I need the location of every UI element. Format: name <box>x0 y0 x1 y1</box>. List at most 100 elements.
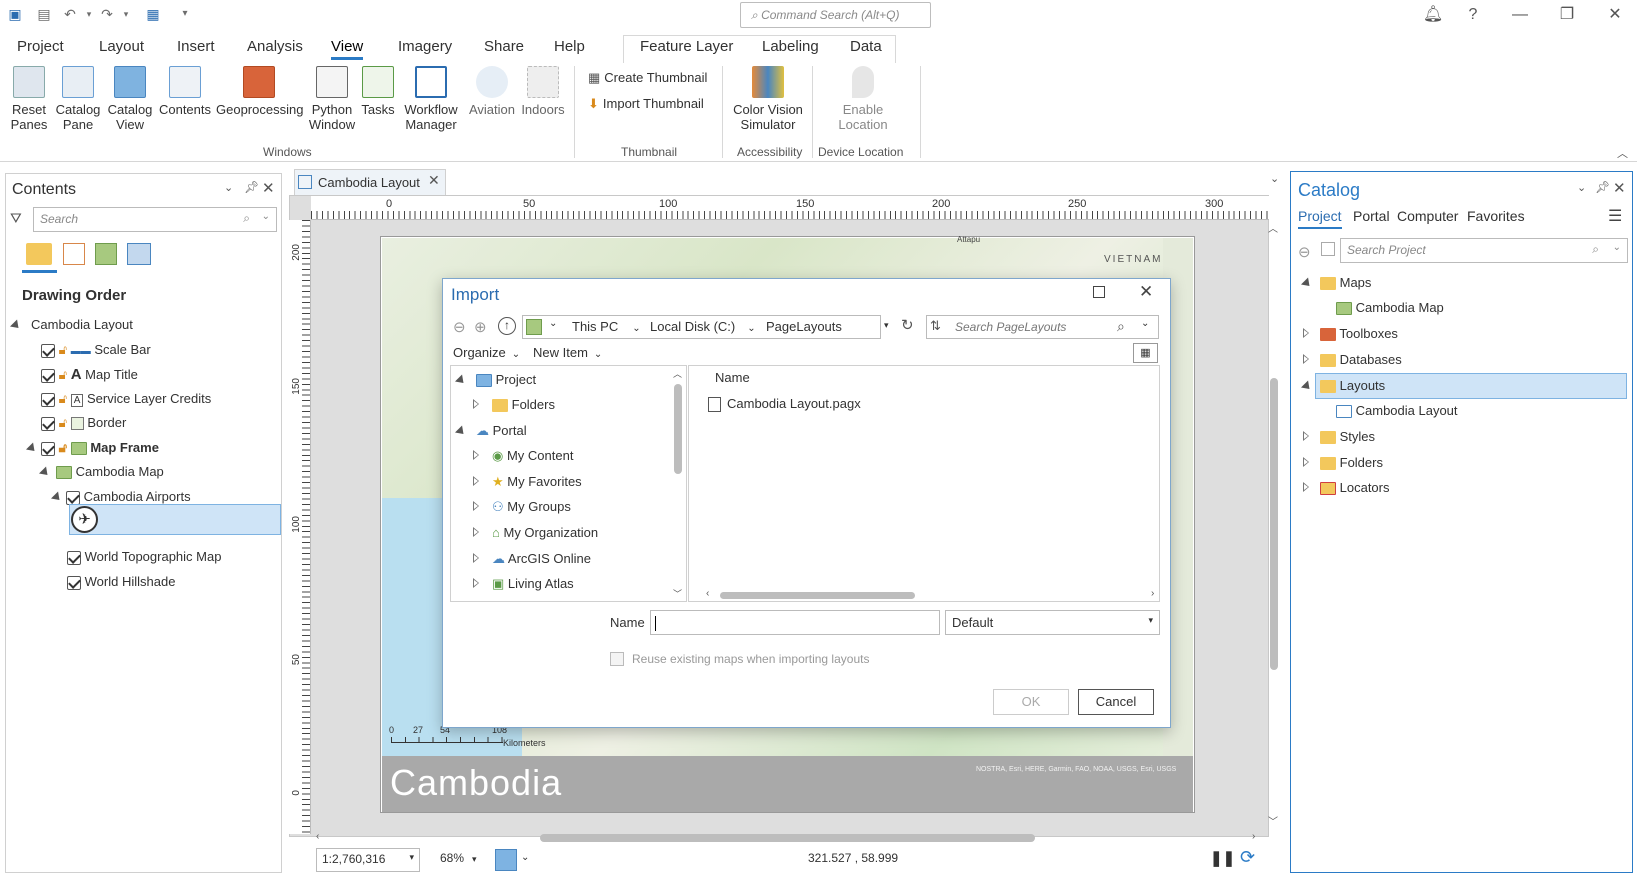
collapse-ribbon-icon[interactable]: ︿ <box>1617 145 1628 161</box>
geoprocessing-button[interactable]: Geoprocessing <box>216 66 303 138</box>
path-this-pc[interactable]: This PC ⌄ <box>572 319 641 334</box>
chevron-down-icon[interactable]: ⌄ <box>521 852 529 863</box>
map-node[interactable]: Cambodia Map <box>38 461 164 483</box>
catalog-menu-icon[interactable]: ☰ <box>1608 206 1622 226</box>
close-tab-icon[interactable]: ✕ <box>428 172 440 189</box>
contents-button[interactable]: Contents <box>158 66 212 138</box>
open-project-icon[interactable]: ▣ <box>6 6 24 22</box>
close-pane-icon[interactable]: ✕ <box>1613 179 1626 197</box>
back-icon[interactable]: ⊖ <box>453 318 466 336</box>
help-icon[interactable]: ? <box>1458 4 1488 26</box>
up-folder-icon[interactable]: ↑ <box>498 317 516 335</box>
nav-my-content[interactable]: ◉ My Content <box>473 445 573 467</box>
lock-icon[interactable]: 🔓︎ <box>59 367 67 382</box>
catalog-cambodia-map[interactable]: Cambodia Map <box>1336 297 1444 319</box>
customize-qat-icon[interactable]: ▾ <box>176 6 194 22</box>
scroll-right-icon[interactable]: › <box>1252 831 1255 842</box>
close-window-icon[interactable]: ✕ <box>1600 4 1630 26</box>
pause-drawing-icon[interactable]: ❚❚ <box>1210 849 1235 867</box>
nav-portal[interactable]: ☁ Portal <box>454 420 527 442</box>
lock-icon[interactable]: 🔓︎ <box>59 440 67 455</box>
layer-map-title[interactable]: 🔓︎ A Map Title <box>41 364 138 386</box>
indoors-button[interactable]: Indoors <box>519 66 567 138</box>
nav-my-groups[interactable]: ⚇ My Groups <box>473 496 571 518</box>
refresh-icon[interactable]: ↻ <box>901 316 914 334</box>
path-local-disk[interactable]: Local Disk (C:) ⌄ <box>650 319 756 334</box>
color-vision-simulator-button[interactable]: Color Vision Simulator <box>730 66 806 138</box>
pin-icon[interactable]: 📌︎ <box>244 180 259 194</box>
snapping-icon[interactable] <box>495 849 517 871</box>
airplane-symbol-icon[interactable]: ✈ <box>71 506 98 533</box>
catalog-search-input[interactable]: Search Project ⌕ ⌄ <box>1340 238 1628 263</box>
minimize-icon[interactable]: — <box>1505 4 1535 26</box>
nav-folders[interactable]: Folders <box>473 394 555 416</box>
create-thumbnail-button[interactable]: ▦ Create Thumbnail <box>588 70 707 86</box>
layer-world-hillshade[interactable]: World Hillshade <box>67 571 175 593</box>
tab-share[interactable]: Share <box>484 38 524 60</box>
zoom-combobox[interactable]: 68% ▾ <box>440 851 477 865</box>
scroll-down-icon[interactable]: ﹀ <box>673 587 682 600</box>
catalog-folders[interactable]: Folders <box>1303 452 1383 474</box>
chevron-down-icon[interactable]: ⌄ <box>549 318 557 329</box>
scroll-down-icon[interactable]: ﹀ <box>1268 813 1278 828</box>
service-layer-credits[interactable]: NOSTRA, Esri, HERE, Garmin, FAO, NOAA, U… <box>976 766 1176 773</box>
lock-icon[interactable]: 🔓︎ <box>59 415 67 430</box>
tab-view[interactable]: View <box>331 38 364 60</box>
visibility-checkbox[interactable] <box>41 343 55 358</box>
aviation-button[interactable]: Aviation <box>466 66 518 138</box>
list-by-drawing-order-icon[interactable] <box>26 243 52 265</box>
catalog-databases[interactable]: Databases <box>1303 349 1402 371</box>
organize-menu[interactable]: Organize ⌄ <box>453 345 520 360</box>
list-by-source-icon[interactable] <box>63 243 85 265</box>
close-dialog-icon[interactable]: ✕ <box>1139 282 1153 302</box>
tab-help[interactable]: Help <box>554 38 585 60</box>
ok-button[interactable]: OK <box>993 689 1069 715</box>
visibility-checkbox[interactable] <box>67 550 81 565</box>
nav-project[interactable]: Project <box>454 369 536 391</box>
visibility-checkbox[interactable] <box>67 575 81 590</box>
lock-icon[interactable]: 🔓︎ <box>59 391 67 406</box>
tab-layout[interactable]: Layout <box>99 38 144 60</box>
tab-list-icon[interactable]: ⌄ <box>1270 172 1279 185</box>
reset-panes-button[interactable]: Reset Panes <box>6 66 52 138</box>
restore-icon[interactable]: ❐ <box>1552 4 1582 26</box>
vertical-scrollbar-thumb[interactable] <box>1270 378 1278 670</box>
name-input[interactable] <box>650 610 940 635</box>
visibility-checkbox[interactable] <box>41 441 55 456</box>
map-title[interactable]: Cambodia <box>390 762 562 804</box>
home-icon[interactable] <box>1321 242 1335 256</box>
visibility-checkbox[interactable] <box>41 392 55 407</box>
nav-my-favorites[interactable]: ★ My Favorites <box>473 471 582 493</box>
tasks-button[interactable]: Tasks <box>359 66 397 138</box>
back-icon[interactable]: ⊖ <box>1298 243 1311 261</box>
nav-arcgis-online[interactable]: ☁ ArcGIS Online <box>473 548 591 570</box>
command-search-input[interactable]: ⌕ Command Search (Alt+Q) <box>740 2 931 28</box>
layer-map-frame[interactable]: 🔓︎ Map Frame <box>25 437 159 459</box>
path-pagelayouts[interactable]: PageLayouts <box>766 319 842 334</box>
catalog-pane-button[interactable]: Catalog Pane <box>55 66 101 138</box>
layer-world-topographic[interactable]: World Topographic Map <box>67 546 221 568</box>
toggle-details-icon[interactable]: ▦ <box>1133 343 1158 363</box>
tab-analysis[interactable]: Analysis <box>247 38 303 60</box>
pane-options-icon[interactable]: ⌄ <box>1577 181 1586 194</box>
reuse-maps-checkbox[interactable] <box>610 652 624 666</box>
workflow-manager-button[interactable]: Workflow Manager <box>400 66 462 138</box>
symbol-row-selected[interactable] <box>69 504 281 535</box>
lock-icon[interactable]: 🔓︎ <box>59 342 67 357</box>
tab-project[interactable]: Project <box>17 38 64 60</box>
list-by-selection-icon[interactable] <box>95 243 117 265</box>
pin-icon[interactable]: 📌︎ <box>1595 180 1610 194</box>
file-list-scrollbar-thumb[interactable] <box>720 592 915 599</box>
layer-border[interactable]: 🔓︎ Border <box>41 412 126 434</box>
catalog-tab-computer[interactable]: Computer <box>1397 208 1458 224</box>
catalog-layouts[interactable]: Layouts <box>1300 375 1385 397</box>
chevron-down-icon[interactable]: ⌄ <box>1141 318 1149 329</box>
tab-imagery[interactable]: Imagery <box>398 38 452 60</box>
new-project-icon[interactable]: ▦ <box>144 6 162 22</box>
cancel-button[interactable]: Cancel <box>1078 689 1154 715</box>
catalog-tab-portal[interactable]: Portal <box>1353 208 1390 224</box>
undo-dropdown-icon[interactable]: ▾ <box>80 6 98 22</box>
catalog-view-button[interactable]: Catalog View <box>104 66 156 138</box>
tab-insert[interactable]: Insert <box>177 38 215 60</box>
scroll-up-icon[interactable]: ︿ <box>673 367 682 380</box>
